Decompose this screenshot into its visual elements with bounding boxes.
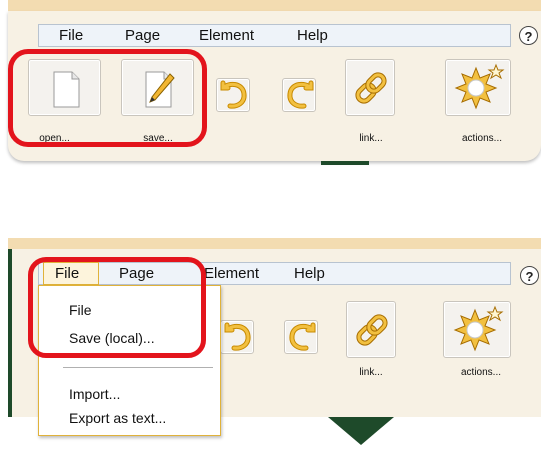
menu-element[interactable]: Element	[199, 25, 254, 46]
undo-icon	[224, 322, 251, 351]
redo-icon	[287, 80, 314, 109]
chain-link-icon	[356, 314, 388, 346]
actions-label: actions...	[461, 133, 503, 144]
open-label: open...	[39, 133, 70, 144]
menu-item-export-text[interactable]: Export as text...	[69, 410, 166, 427]
redo-icon	[289, 322, 316, 351]
open-button[interactable]	[28, 59, 101, 116]
pencil-icon	[145, 71, 175, 108]
actions-button[interactable]	[445, 59, 511, 116]
undo-icon	[220, 80, 247, 109]
link-button[interactable]	[346, 301, 396, 358]
save-label: save...	[143, 133, 173, 144]
link-button[interactable]	[345, 59, 395, 116]
menu-element[interactable]: Element	[204, 263, 259, 284]
toolbar-panel-before: File Page Element Help ? open... save...	[8, 0, 541, 165]
menu-separator	[63, 367, 213, 368]
help-icon[interactable]: ?	[519, 26, 538, 45]
document-icon	[53, 71, 80, 108]
menu-item-file[interactable]: File	[69, 302, 92, 319]
chain-link-icon	[355, 72, 387, 104]
file-dropdown-menu: File Save (local)... Import... Export as…	[38, 285, 221, 436]
panel-top-strip	[8, 0, 541, 11]
menu-file[interactable]: File	[59, 25, 83, 46]
actions-label: actions...	[460, 367, 502, 378]
help-icon[interactable]: ?	[520, 266, 539, 285]
starburst-icon	[453, 305, 504, 352]
menu-bar: File Page Element Help	[38, 24, 511, 47]
link-label: link...	[359, 133, 383, 144]
redo-button[interactable]	[284, 320, 318, 354]
menu-page[interactable]: Page	[119, 263, 154, 284]
background-page-edge	[321, 161, 369, 165]
redo-button[interactable]	[282, 78, 316, 112]
save-button[interactable]	[121, 59, 194, 116]
panel-top-strip	[8, 238, 541, 249]
menu-bar: File Page Element Help	[38, 262, 511, 285]
actions-button[interactable]	[443, 301, 511, 358]
starburst-icon	[454, 63, 505, 110]
menu-page[interactable]: Page	[125, 25, 160, 46]
menu-help[interactable]: Help	[297, 25, 328, 46]
menu-file[interactable]: File	[55, 263, 79, 284]
undo-button[interactable]	[220, 320, 254, 354]
undo-button[interactable]	[216, 78, 250, 112]
menu-item-import[interactable]: Import...	[69, 386, 120, 403]
menu-help[interactable]: Help	[294, 263, 325, 284]
link-label: link...	[359, 367, 383, 378]
menu-item-save-local[interactable]: Save (local)...	[69, 330, 155, 347]
background-arrow-shape	[328, 417, 394, 445]
toolbar-panel-after: File Page Element Help ? link... actions…	[8, 238, 541, 458]
